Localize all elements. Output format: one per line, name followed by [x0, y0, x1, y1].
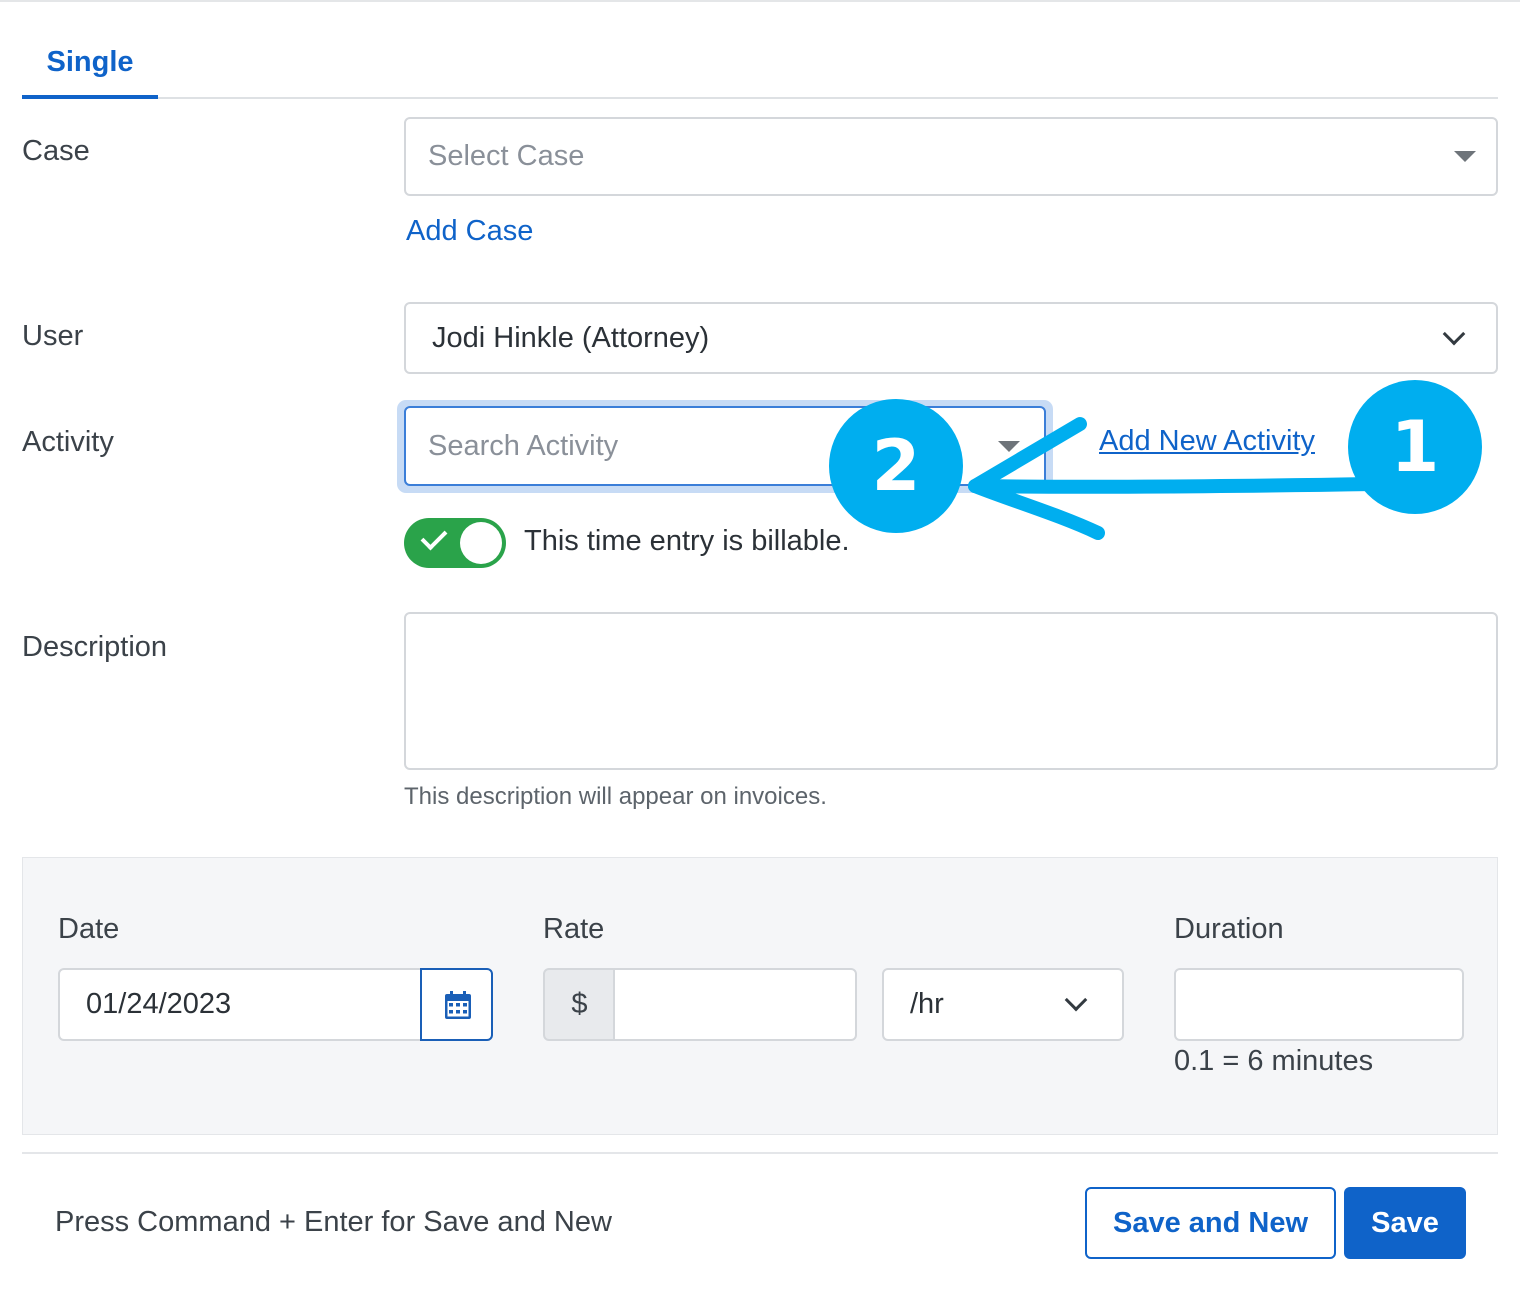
- tab-bar: Single: [22, 40, 1498, 99]
- case-select[interactable]: Select Case: [404, 117, 1498, 196]
- rate-unit-select[interactable]: /hr: [882, 968, 1124, 1041]
- date-input[interactable]: 01/24/2023: [58, 968, 422, 1041]
- top-divider: [0, 0, 1520, 2]
- caret-down-icon: [1454, 151, 1476, 162]
- activity-label: Activity: [22, 426, 114, 458]
- billable-toggle[interactable]: [404, 518, 506, 568]
- annotation-marker-2: 2: [829, 399, 963, 533]
- duration-hint: 0.1 = 6 minutes: [1174, 1045, 1374, 1077]
- footer-divider: [22, 1152, 1498, 1154]
- user-select[interactable]: Jodi Hinkle (Attorney): [404, 302, 1498, 374]
- user-label: User: [22, 320, 84, 352]
- user-select-value: Jodi Hinkle (Attorney): [432, 321, 710, 354]
- duration-input[interactable]: [1174, 968, 1464, 1041]
- chevron-down-icon: [1442, 322, 1466, 346]
- description-label: Description: [22, 631, 168, 663]
- rate-label: Rate: [543, 913, 605, 945]
- chevron-down-icon: [1064, 988, 1088, 1012]
- save-button[interactable]: Save: [1344, 1187, 1466, 1259]
- case-label: Case: [22, 135, 90, 167]
- case-select-placeholder: Select Case: [428, 140, 585, 172]
- check-icon: [420, 523, 448, 551]
- description-textarea[interactable]: [404, 612, 1498, 770]
- calendar-icon: [445, 991, 471, 1019]
- billable-toggle-label: This time entry is billable.: [524, 525, 850, 557]
- date-label: Date: [58, 913, 120, 945]
- add-case-link[interactable]: Add Case: [406, 215, 533, 248]
- keyboard-shortcut-hint: Press Command + Enter for Save and New: [55, 1206, 612, 1238]
- annotation-marker-1: 1: [1348, 380, 1482, 514]
- rate-input[interactable]: [613, 968, 857, 1041]
- activity-search-placeholder: Search Activity: [428, 429, 619, 462]
- tab-single[interactable]: Single: [22, 40, 158, 99]
- toggle-knob: [460, 522, 502, 564]
- add-new-activity-link[interactable]: Add New Activity: [1099, 425, 1315, 458]
- description-help-text: This description will appear on invoices…: [404, 783, 827, 810]
- caret-down-icon: [998, 441, 1020, 452]
- currency-addon: $: [543, 968, 615, 1041]
- save-and-new-button[interactable]: Save and New: [1085, 1187, 1336, 1259]
- date-picker-button[interactable]: [420, 968, 493, 1041]
- rate-unit-value: /hr: [910, 988, 944, 1020]
- duration-label: Duration: [1174, 913, 1284, 945]
